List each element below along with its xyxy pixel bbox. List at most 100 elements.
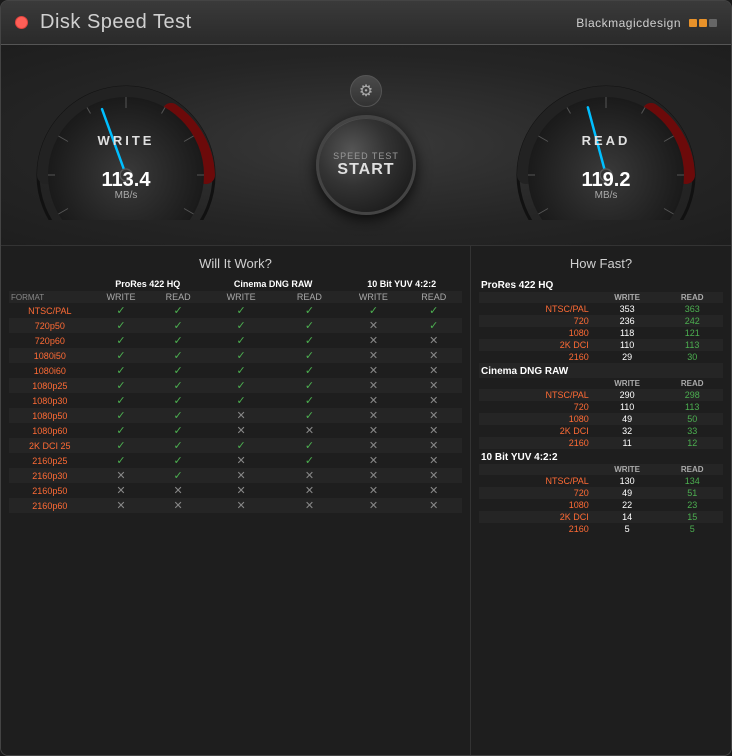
row-value-cell: ✓ — [205, 393, 278, 408]
center-control: ⚙ SPEED TEST START — [316, 75, 416, 215]
rt-write-value: 110 — [593, 339, 662, 351]
row-value-cell: ✓ — [91, 408, 152, 423]
rt-row-label: 2K DCI — [479, 511, 593, 523]
gear-icon: ⚙ — [359, 81, 373, 101]
row-label-cell: 720p50 — [9, 318, 91, 333]
rt-row-label: 2160 — [479, 351, 593, 363]
row-value-cell: ✓ — [205, 318, 278, 333]
right-table-body: ProRes 422 HQWRITEREADNTSC/PAL3533637202… — [479, 277, 723, 535]
rt-group-header: ProRes 422 HQ — [479, 277, 723, 292]
rt-data-row: 720110113 — [479, 401, 723, 413]
row-value-cell: ✕ — [341, 408, 405, 423]
title-bar-left: Disk Speed Test — [15, 11, 192, 34]
row-label-cell: 2K DCI 25 — [9, 438, 91, 453]
row-value-cell: ✓ — [277, 408, 341, 423]
left-table: Will It Work? ProRes 422 HQ Cinema DNG R… — [1, 246, 471, 755]
row-value-cell: ✕ — [341, 348, 405, 363]
row-value-cell: ✓ — [91, 348, 152, 363]
table-row: 2160p30✕✓✕✕✕✕ — [9, 468, 462, 483]
rt-col-header-cell — [479, 378, 593, 389]
rt-read-value: 121 — [661, 327, 723, 339]
row-value-cell: ✓ — [91, 438, 152, 453]
start-button[interactable]: SPEED TEST START — [316, 115, 416, 215]
c3-write-header: WRITE — [341, 291, 405, 303]
row-label-cell: 1080p60 — [9, 423, 91, 438]
row-value-cell: ✓ — [277, 378, 341, 393]
rt-col-header-cell — [479, 464, 593, 475]
rt-write-value: 290 — [593, 389, 662, 401]
row-value-cell: ✓ — [151, 378, 204, 393]
rt-read-value: 113 — [661, 339, 723, 351]
rt-col-header-cell: WRITE — [593, 292, 662, 303]
row-label-cell: 720p60 — [9, 333, 91, 348]
row-value-cell: ✓ — [151, 348, 204, 363]
rt-row-label: 720 — [479, 401, 593, 413]
brand-logo — [689, 19, 717, 27]
start-btn-label-large: START — [337, 161, 394, 179]
will-it-work-table: ProRes 422 HQ Cinema DNG RAW 10 Bit YUV … — [9, 277, 462, 513]
right-table: How Fast? ProRes 422 HQWRITEREADNTSC/PAL… — [471, 246, 731, 755]
row-value-cell: ✓ — [205, 333, 278, 348]
rt-col-header-row: WRITEREAD — [479, 378, 723, 389]
rt-write-value: 11 — [593, 437, 662, 449]
row-label-cell: 1080i60 — [9, 363, 91, 378]
write-gauge-container: WRITE 113.4 MB/s — [31, 70, 221, 220]
svg-text:READ: READ — [582, 133, 631, 148]
row-value-cell: ✕ — [341, 318, 405, 333]
row-value-cell: ✕ — [406, 423, 463, 438]
rt-write-value: 110 — [593, 401, 662, 413]
table-row: 2K DCI 25✓✓✓✓✕✕ — [9, 438, 462, 453]
row-value-cell: ✕ — [341, 483, 405, 498]
rt-data-row: 1080118121 — [479, 327, 723, 339]
row-value-cell: ✕ — [341, 498, 405, 513]
rt-read-value: 23 — [661, 499, 723, 511]
rt-row-label: NTSC/PAL — [479, 303, 593, 315]
row-value-cell: ✕ — [205, 423, 278, 438]
brand-dot-3 — [709, 19, 717, 27]
row-label-cell: 1080p50 — [9, 408, 91, 423]
row-value-cell: ✕ — [341, 438, 405, 453]
row-value-cell: ✓ — [205, 363, 278, 378]
gauges-section: WRITE 113.4 MB/s ⚙ SPEED TEST START — [1, 45, 731, 245]
c2-read-header: READ — [277, 291, 341, 303]
row-label-cell: 2160p60 — [9, 498, 91, 513]
write-gauge-svg: WRITE 113.4 MB/s — [31, 70, 221, 220]
settings-button[interactable]: ⚙ — [350, 75, 382, 107]
row-label-cell: 1080p25 — [9, 378, 91, 393]
row-value-cell: ✕ — [205, 453, 278, 468]
c2-write-header: WRITE — [205, 291, 278, 303]
table-row: NTSC/PAL✓✓✓✓✓✓ — [9, 303, 462, 318]
rt-row-label: 2K DCI — [479, 425, 593, 437]
table-row: 1080i60✓✓✓✓✕✕ — [9, 363, 462, 378]
rt-write-value: 49 — [593, 413, 662, 425]
row-value-cell: ✓ — [205, 438, 278, 453]
row-value-cell: ✓ — [91, 333, 152, 348]
rt-col-header-cell: READ — [661, 378, 723, 389]
row-value-cell: ✓ — [205, 378, 278, 393]
c1-write-header: WRITE — [91, 291, 152, 303]
brand-name: Blackmagicdesign — [576, 16, 681, 30]
close-button[interactable] — [15, 16, 28, 29]
row-value-cell: ✕ — [406, 333, 463, 348]
rt-col-header-cell: READ — [661, 292, 723, 303]
rt-row-label: 2K DCI — [479, 339, 593, 351]
row-value-cell: ✕ — [341, 453, 405, 468]
rt-data-row: 216055 — [479, 523, 723, 535]
row-value-cell: ✕ — [277, 468, 341, 483]
row-value-cell: ✕ — [406, 498, 463, 513]
rt-read-value: 113 — [661, 401, 723, 413]
codec1-header: ProRes 422 HQ — [91, 277, 205, 291]
rt-data-row: NTSC/PAL353363 — [479, 303, 723, 315]
row-value-cell: ✕ — [91, 498, 152, 513]
rt-col-header-cell — [479, 292, 593, 303]
row-value-cell: ✓ — [151, 333, 204, 348]
row-value-cell: ✕ — [341, 468, 405, 483]
rt-row-label: NTSC/PAL — [479, 389, 593, 401]
rt-data-row: 10802223 — [479, 499, 723, 511]
rt-write-value: 32 — [593, 425, 662, 437]
row-value-cell: ✕ — [406, 363, 463, 378]
rt-group-row: 10 Bit YUV 4:2:2 — [479, 449, 723, 464]
row-value-cell: ✓ — [406, 318, 463, 333]
row-value-cell: ✕ — [341, 363, 405, 378]
row-value-cell: ✓ — [277, 453, 341, 468]
